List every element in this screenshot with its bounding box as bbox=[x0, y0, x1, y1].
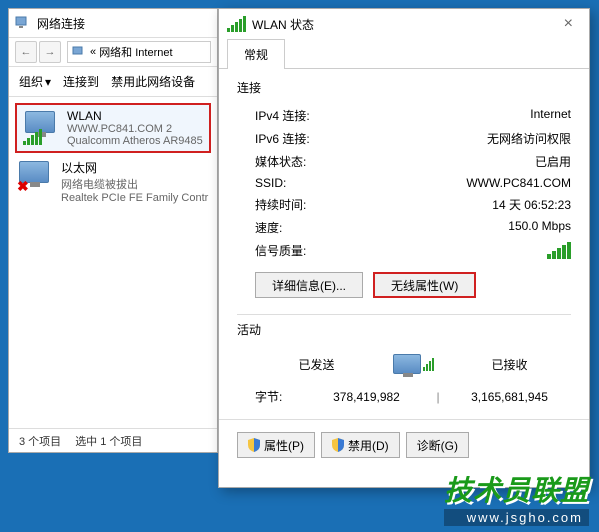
toolbar-disable[interactable]: 禁用此网络设备 bbox=[111, 73, 195, 90]
forward-button[interactable]: → bbox=[39, 41, 61, 63]
shield-icon bbox=[332, 438, 344, 452]
group-activity: 活动 bbox=[237, 321, 571, 338]
explorer-statusbar: 3 个项目 选中 1 个项目 bbox=[9, 428, 217, 452]
connection-sub2: Qualcomm Atheros AR9485 bbox=[67, 135, 203, 147]
watermark: 技术员联盟 www.jsgho.com bbox=[444, 469, 589, 526]
breadcrumb[interactable]: « 网络和 Internet bbox=[67, 41, 211, 63]
duration-value: 14 天 06:52:23 bbox=[492, 196, 571, 213]
media-label: 媒体状态: bbox=[255, 153, 306, 170]
details-button[interactable]: 详细信息(E)... bbox=[255, 272, 363, 298]
quality-label: 信号质量: bbox=[255, 242, 306, 259]
bytes-recv-value: 3,165,681,945 bbox=[448, 390, 571, 404]
breadcrumb-text: 网络和 Internet bbox=[99, 44, 172, 60]
duration-label: 持续时间: bbox=[255, 196, 306, 213]
back-button[interactable]: ← bbox=[15, 41, 37, 63]
close-button[interactable]: × bbox=[556, 15, 581, 33]
breadcrumb-icon bbox=[72, 46, 86, 58]
dialog-title-text: WLAN 状态 bbox=[252, 16, 314, 33]
explorer-titlebar: 网络连接 bbox=[9, 9, 217, 37]
wireless-properties-button[interactable]: 无线属性(W) bbox=[373, 272, 476, 298]
wlan-icon bbox=[23, 109, 59, 145]
dialog-footer: 属性(P) 禁用(D) 诊断(G) bbox=[219, 419, 589, 470]
breadcrumb-prefix: « bbox=[90, 46, 96, 58]
connection-sub1: WWW.PC841.COM 2 bbox=[67, 123, 203, 135]
disable-button[interactable]: 禁用(D) bbox=[321, 432, 400, 458]
speed-value: 150.0 Mbps bbox=[508, 219, 571, 236]
signal-quality-icon bbox=[547, 242, 571, 259]
disconnected-icon: ✖ bbox=[17, 178, 29, 195]
signal-icon bbox=[23, 129, 42, 145]
properties-button[interactable]: 属性(P) bbox=[237, 432, 315, 458]
bytes-label: 字节: bbox=[255, 388, 305, 405]
ipv4-label: IPv4 连接: bbox=[255, 107, 310, 124]
ipv6-value: 无网络访问权限 bbox=[487, 130, 571, 147]
explorer-title-text: 网络连接 bbox=[37, 15, 85, 32]
sent-label: 已发送 bbox=[255, 356, 378, 373]
connection-sub1: 网络电缆被拔出 bbox=[61, 176, 209, 192]
status-count: 3 个项目 bbox=[19, 433, 61, 449]
wlan-status-dialog: WLAN 状态 × 常规 连接 IPv4 连接: Internet IPv6 连接… bbox=[218, 8, 590, 488]
dialog-titlebar: WLAN 状态 × bbox=[219, 9, 589, 39]
tab-general[interactable]: 常规 bbox=[227, 39, 285, 69]
group-connection: 连接 bbox=[237, 79, 571, 96]
connection-name: WLAN bbox=[67, 109, 203, 123]
bytes-sent-value: 378,419,982 bbox=[305, 390, 428, 404]
connection-sub2: Realtek PCIe FE Family Contr bbox=[61, 192, 209, 204]
ssid-label: SSID: bbox=[255, 176, 286, 190]
signal-icon bbox=[227, 16, 246, 32]
connection-item-ethernet[interactable]: ✖ 以太网 网络电缆被拔出 Realtek PCIe FE Family Con… bbox=[9, 155, 217, 208]
connection-name: 以太网 bbox=[61, 159, 209, 176]
toolbar-organize[interactable]: 组织 ▾ bbox=[19, 73, 51, 90]
chevron-down-icon: ▾ bbox=[45, 75, 51, 89]
connection-item-wlan[interactable]: WLAN WWW.PC841.COM 2 Qualcomm Atheros AR… bbox=[15, 103, 211, 153]
network-icon bbox=[15, 16, 31, 30]
ethernet-icon: ✖ bbox=[17, 159, 53, 195]
media-value: 已启用 bbox=[535, 153, 571, 170]
activity-icon bbox=[378, 354, 448, 374]
watermark-text: 技术员联盟 bbox=[444, 469, 589, 509]
explorer-window: 网络连接 ← → « 网络和 Internet 组织 ▾ 连接到 禁用此网络设备… bbox=[8, 8, 218, 453]
shield-icon bbox=[248, 438, 260, 452]
dialog-tabs: 常规 bbox=[219, 39, 589, 69]
watermark-url: www.jsgho.com bbox=[444, 509, 589, 526]
explorer-toolbar: 组织 ▾ 连接到 禁用此网络设备 bbox=[9, 67, 217, 97]
toolbar-connect[interactable]: 连接到 bbox=[63, 73, 99, 90]
status-selected: 选中 1 个项目 bbox=[75, 433, 142, 449]
received-label: 已接收 bbox=[448, 356, 571, 373]
ipv4-value: Internet bbox=[530, 107, 571, 124]
connection-list: WLAN WWW.PC841.COM 2 Qualcomm Atheros AR… bbox=[9, 97, 217, 212]
diagnose-button[interactable]: 诊断(G) bbox=[406, 432, 469, 458]
ssid-value: WWW.PC841.COM bbox=[466, 176, 571, 190]
ipv6-label: IPv6 连接: bbox=[255, 130, 310, 147]
speed-label: 速度: bbox=[255, 219, 282, 236]
explorer-navbar: ← → « 网络和 Internet bbox=[9, 37, 217, 67]
